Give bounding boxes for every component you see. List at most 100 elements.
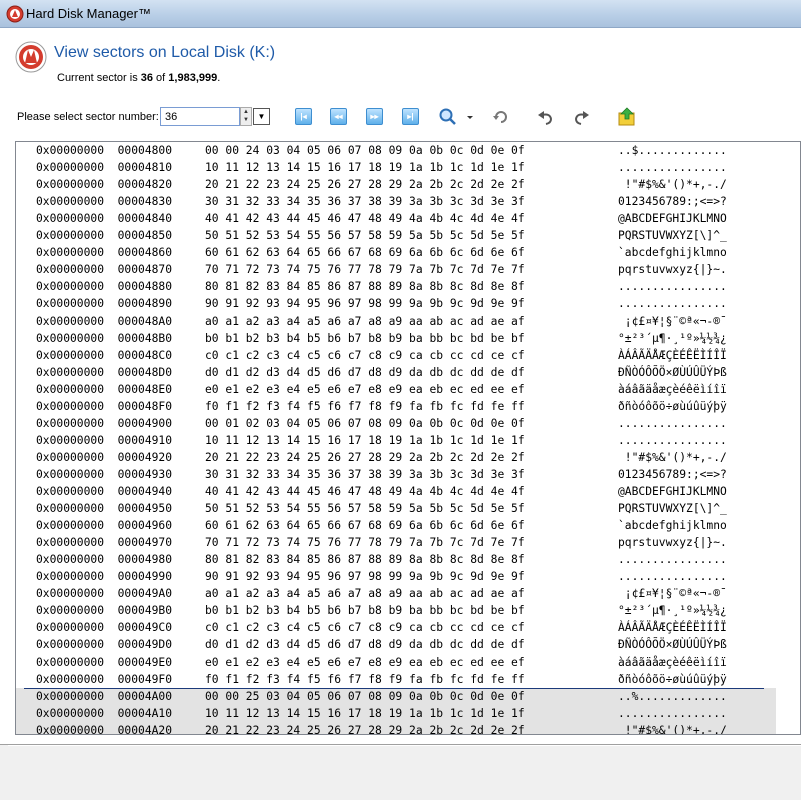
header-area: View sectors on Local Disk (K:) Current … — [0, 28, 801, 138]
status-bar — [0, 744, 801, 800]
hex-row[interactable]: 0x00000000 00004820 20 21 22 23 24 25 26 … — [16, 176, 776, 193]
hex-row-address: 0x00000000 000049C0 — [36, 621, 173, 635]
hex-row[interactable]: 0x00000000 00004960 60 61 62 63 64 65 66 … — [16, 517, 776, 534]
hex-row[interactable]: 0x00000000 00004910 10 11 12 13 14 15 16 … — [16, 432, 776, 449]
hex-row[interactable]: 0x00000000 000048E0 e0 e1 e2 e3 e4 e5 e6 … — [16, 381, 776, 398]
hex-row-bytes[interactable]: 10 11 12 13 14 15 16 17 18 19 1a 1b 1c 1… — [205, 707, 525, 720]
hex-row[interactable]: 0x00000000 00004890 90 91 92 93 94 95 96 … — [16, 295, 776, 312]
hex-row[interactable]: 0x00000000 00004930 30 31 32 33 34 35 36 … — [16, 466, 776, 483]
hex-row-bytes[interactable]: 40 41 42 43 44 45 46 47 48 49 4a 4b 4c 4… — [205, 212, 525, 225]
hex-row-bytes[interactable]: 70 71 72 73 74 75 76 77 78 79 7a 7b 7c 7… — [205, 263, 525, 276]
hex-row[interactable]: 0x00000000 000048C0 c0 c1 c2 c3 c4 c5 c6 … — [16, 347, 776, 364]
sector-number-input[interactable] — [160, 107, 240, 126]
hex-row[interactable]: 0x00000000 00004900 00 01 02 03 04 05 06 … — [16, 415, 776, 432]
hex-row[interactable]: 0x00000000 000049C0 c0 c1 c2 c3 c4 c5 c6 … — [16, 619, 776, 636]
hex-row-bytes[interactable]: a0 a1 a2 a3 a4 a5 a6 a7 a8 a9 aa ab ac a… — [205, 315, 525, 328]
hex-row-bytes[interactable]: 10 11 12 13 14 15 16 17 18 19 1a 1b 1c 1… — [205, 434, 525, 447]
hex-row[interactable]: 0x00000000 00004990 90 91 92 93 94 95 96 … — [16, 568, 776, 585]
save-changes-icon[interactable] — [617, 107, 637, 127]
hex-viewer[interactable]: 0x00000000 00004800 00 00 24 03 04 05 06 … — [15, 141, 801, 735]
hex-row[interactable]: 0x00000000 000048F0 f0 f1 f2 f3 f4 f5 f6 … — [16, 398, 776, 415]
hex-row-address: 0x00000000 00004900 — [36, 416, 173, 430]
hex-row-bytes[interactable]: e0 e1 e2 e3 e4 e5 e6 e7 e8 e9 ea eb ec e… — [205, 656, 525, 669]
hex-row[interactable]: 0x00000000 000049A0 a0 a1 a2 a3 a4 a5 a6 … — [16, 585, 776, 602]
hex-row-address: 0x00000000 000048C0 — [36, 348, 173, 362]
hex-row-bytes[interactable]: e0 e1 e2 e3 e4 e5 e6 e7 e8 e9 ea eb ec e… — [205, 383, 525, 396]
hex-row-bytes[interactable]: c0 c1 c2 c3 c4 c5 c6 c7 c8 c9 ca cb cc c… — [205, 349, 525, 362]
hex-row-bytes[interactable]: 90 91 92 93 94 95 96 97 98 99 9a 9b 9c 9… — [205, 297, 525, 310]
hex-row[interactable]: 0x00000000 000048B0 b0 b1 b2 b3 b4 b5 b6 … — [16, 330, 776, 347]
hex-row[interactable]: 0x00000000 00004830 30 31 32 33 34 35 36 … — [16, 193, 776, 210]
hex-row[interactable]: 0x00000000 00004870 70 71 72 73 74 75 76 … — [16, 261, 776, 278]
hex-row-bytes[interactable]: 40 41 42 43 44 45 46 47 48 49 4a 4b 4c 4… — [205, 485, 525, 498]
reload-icon[interactable] — [491, 107, 511, 127]
hex-row[interactable]: 0x00000000 00004970 70 71 72 73 74 75 76 … — [16, 534, 776, 551]
hex-row-address: 0x00000000 00004A10 — [36, 706, 173, 720]
hex-row-bytes[interactable]: 30 31 32 33 34 35 36 37 38 39 3a 3b 3c 3… — [205, 195, 525, 208]
hex-row-bytes[interactable]: 60 61 62 63 64 65 66 67 68 69 6a 6b 6c 6… — [205, 519, 525, 532]
hex-row[interactable]: 0x00000000 00004800 00 00 24 03 04 05 06 … — [16, 142, 776, 159]
hex-row[interactable]: 0x00000000 00004920 20 21 22 23 24 25 26 … — [16, 449, 776, 466]
hex-row[interactable]: 0x00000000 00004880 80 81 82 83 84 85 86 … — [16, 278, 776, 295]
hex-row-address: 0x00000000 000048E0 — [36, 382, 173, 396]
search-dropdown-icon[interactable] — [464, 107, 476, 127]
hex-row[interactable]: 0x00000000 00004860 60 61 62 63 64 65 66 … — [16, 244, 776, 261]
hex-row-address: 0x00000000 00004880 — [36, 280, 173, 294]
hex-row-bytes[interactable]: 10 11 12 13 14 15 16 17 18 19 1a 1b 1c 1… — [205, 161, 525, 174]
hex-row-address: 0x00000000 00004920 — [36, 450, 173, 464]
hex-row-bytes[interactable]: 70 71 72 73 74 75 76 77 78 79 7a 7b 7c 7… — [205, 536, 525, 549]
hex-row-bytes[interactable]: 80 81 82 83 84 85 86 87 88 89 8a 8b 8c 8… — [205, 553, 525, 566]
first-sector-button[interactable]: |◂ — [295, 108, 312, 125]
hex-row[interactable]: 0x00000000 00004850 50 51 52 53 54 55 56 … — [16, 227, 776, 244]
hex-row-bytes[interactable]: 00 01 02 03 04 05 06 07 08 09 0a 0b 0c 0… — [205, 417, 525, 430]
status-bar-divider — [8, 745, 801, 746]
hex-row[interactable]: 0x00000000 00004A00 00 00 25 03 04 05 06 … — [16, 687, 776, 707]
hex-row-bytes[interactable]: 00 00 25 03 04 05 06 07 08 09 0a 0b 0c 0… — [205, 690, 525, 703]
hex-row-bytes[interactable]: a0 a1 a2 a3 a4 a5 a6 a7 a8 a9 aa ab ac a… — [205, 587, 525, 600]
hex-row-ascii[interactable]: !"#$%&'()*+,-./ — [606, 723, 751, 734]
redo-icon[interactable] — [571, 107, 591, 127]
hex-row[interactable]: 0x00000000 00004840 40 41 42 43 44 45 46 … — [16, 210, 776, 227]
last-sector-button[interactable]: ▸| — [402, 108, 419, 125]
hex-row[interactable]: 0x00000000 000048A0 a0 a1 a2 a3 a4 a5 a6 … — [16, 313, 776, 330]
hex-row-bytes[interactable]: d0 d1 d2 d3 d4 d5 d6 d7 d8 d9 da db dc d… — [205, 638, 525, 651]
search-icon[interactable] — [438, 107, 458, 127]
hex-row-address: 0x00000000 000049F0 — [36, 672, 173, 686]
previous-sector-button[interactable]: ◂◂ — [330, 108, 347, 125]
hex-row-bytes[interactable]: 30 31 32 33 34 35 36 37 38 39 3a 3b 3c 3… — [205, 468, 525, 481]
sector-number-label: Please select sector number: — [17, 111, 159, 123]
hex-row-address: 0x00000000 00004980 — [36, 553, 173, 567]
hex-row-bytes[interactable]: b0 b1 b2 b3 b4 b5 b6 b7 b8 b9 ba bb bc b… — [205, 604, 525, 617]
hex-row-address: 0x00000000 00004910 — [36, 433, 173, 447]
hex-row[interactable]: 0x00000000 000049E0 e0 e1 e2 e3 e4 e5 e6 … — [16, 654, 776, 671]
hex-row[interactable]: 0x00000000 00004A10 10 11 12 13 14 15 16 … — [16, 704, 776, 724]
undo-icon[interactable] — [536, 107, 556, 127]
sector-spinner[interactable]: ▲ ▼ — [240, 107, 252, 126]
sector-dropdown-button[interactable]: ▼ — [253, 108, 270, 125]
hex-row-bytes[interactable]: 20 21 22 23 24 25 26 27 28 29 2a 2b 2c 2… — [205, 178, 525, 191]
hex-row-bytes[interactable]: f0 f1 f2 f3 f4 f5 f6 f7 f8 f9 fa fb fc f… — [205, 400, 525, 413]
hex-row[interactable]: 0x00000000 00004950 50 51 52 53 54 55 56 … — [16, 500, 776, 517]
hex-row-bytes[interactable]: 50 51 52 53 54 55 56 57 58 59 5a 5b 5c 5… — [205, 229, 525, 242]
hex-row-bytes[interactable]: 60 61 62 63 64 65 66 67 68 69 6a 6b 6c 6… — [205, 246, 525, 259]
next-sector-button[interactable]: ▸▸ — [366, 108, 383, 125]
hex-row[interactable]: 0x00000000 00004980 80 81 82 83 84 85 86 … — [16, 551, 776, 568]
hex-row[interactable]: 0x00000000 00004A20 20 21 22 23 24 25 26 … — [16, 721, 776, 734]
hex-row-bytes[interactable]: 00 00 24 03 04 05 06 07 08 09 0a 0b 0c 0… — [205, 144, 525, 157]
hex-row[interactable]: 0x00000000 000049D0 d0 d1 d2 d3 d4 d5 d6 … — [16, 636, 776, 653]
hex-row-address: 0x00000000 000048F0 — [36, 399, 173, 413]
hex-row-bytes[interactable]: 50 51 52 53 54 55 56 57 58 59 5a 5b 5c 5… — [205, 502, 525, 515]
hex-row[interactable]: 0x00000000 00004940 40 41 42 43 44 45 46 … — [16, 483, 776, 500]
hex-row-bytes[interactable]: c0 c1 c2 c3 c4 c5 c6 c7 c8 c9 ca cb cc c… — [205, 621, 525, 634]
hex-row[interactable]: 0x00000000 000049F0 f0 f1 f2 f3 f4 f5 f6 … — [16, 671, 776, 688]
hex-row[interactable]: 0x00000000 00004810 10 11 12 13 14 15 16 … — [16, 159, 776, 176]
hex-row-bytes[interactable]: f0 f1 f2 f3 f4 f5 f6 f7 f8 f9 fa fb fc f… — [205, 673, 525, 686]
hex-row[interactable]: 0x00000000 000048D0 d0 d1 d2 d3 d4 d5 d6 … — [16, 364, 776, 381]
hex-row-bytes[interactable]: 20 21 22 23 24 25 26 27 28 29 2a 2b 2c 2… — [205, 451, 525, 464]
hex-row-bytes[interactable]: 80 81 82 83 84 85 86 87 88 89 8a 8b 8c 8… — [205, 280, 525, 293]
hex-row-bytes[interactable]: d0 d1 d2 d3 d4 d5 d6 d7 d8 d9 da db dc d… — [205, 366, 525, 379]
hex-row-bytes[interactable]: b0 b1 b2 b3 b4 b5 b6 b7 b8 b9 ba bb bc b… — [205, 332, 525, 345]
hex-row[interactable]: 0x00000000 000049B0 b0 b1 b2 b3 b4 b5 b6 … — [16, 602, 776, 619]
hex-row-bytes[interactable]: 20 21 22 23 24 25 26 27 28 29 2a 2b 2c 2… — [205, 724, 525, 734]
hex-row-bytes[interactable]: 90 91 92 93 94 95 96 97 98 99 9a 9b 9c 9… — [205, 570, 525, 583]
